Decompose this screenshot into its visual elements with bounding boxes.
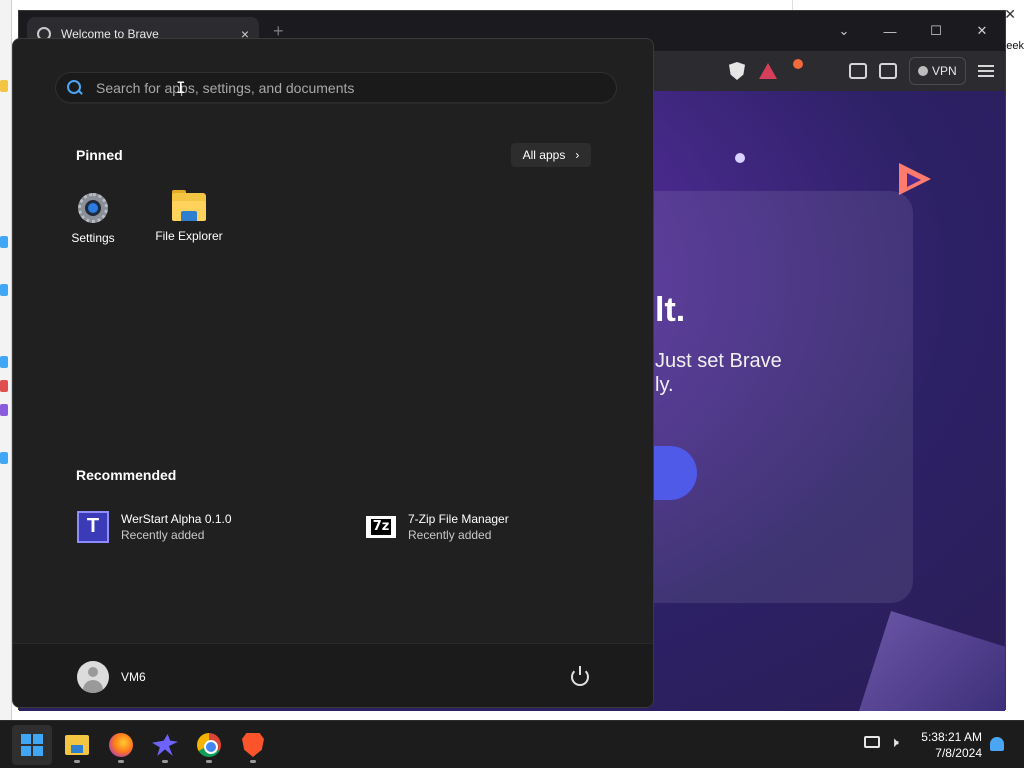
clock-time: 5:38:21 AM [921, 730, 982, 744]
close-icon[interactable]: ✕ [1004, 6, 1016, 23]
chevron-right-icon: › [575, 148, 580, 162]
volume-muted-icon[interactable]: 🕨 [890, 734, 899, 751]
close-button[interactable]: ✕ [959, 11, 1005, 51]
recommended-item-7zip[interactable]: 7z 7-Zip File Manager Recently added [366, 511, 509, 543]
chrome-icon [197, 733, 221, 757]
text-cursor-icon: I [176, 78, 186, 97]
minimize-button[interactable]: — [867, 11, 913, 51]
all-apps-button[interactable]: All apps › [511, 143, 591, 167]
pinned-app-settings[interactable]: Settings [48, 191, 138, 261]
desktop-icon[interactable] [0, 452, 8, 464]
7zip-icon: 7z [366, 516, 396, 538]
brave-icon [242, 733, 264, 757]
background-window-text: eek [1006, 40, 1024, 52]
user-avatar[interactable] [77, 661, 109, 693]
firefox-icon [109, 733, 133, 757]
maximize-button[interactable]: ☐ [913, 11, 959, 51]
vpn-status-icon [918, 66, 928, 76]
desktop-icon[interactable] [0, 236, 8, 248]
rewards-badge [793, 59, 803, 69]
vpn-label: VPN [932, 64, 957, 78]
wallet-icon[interactable] [879, 63, 897, 79]
windows-logo-icon [21, 734, 43, 756]
pinned-app-label: File Explorer [155, 229, 223, 243]
start-menu: I Pinned All apps › Settings File Explor… [12, 38, 654, 708]
search-input[interactable] [96, 79, 616, 96]
clock-date: 7/8/2024 [935, 746, 982, 760]
welcome-subtitle-line: ly. [655, 374, 674, 396]
taskbar: 🕨 5:38:21 AM 7/8/2024 [0, 720, 1024, 768]
recommended-title: Recommended [76, 467, 177, 483]
pinned-title: Pinned [76, 147, 123, 163]
start-search-box[interactable] [55, 72, 617, 104]
taskbar-firefox[interactable] [101, 725, 141, 765]
vpn-button[interactable]: VPN [909, 57, 966, 85]
brave-shields-icon[interactable] [729, 62, 745, 80]
pinned-app-file-explorer[interactable]: File Explorer [144, 190, 234, 261]
network-icon[interactable] [864, 736, 880, 748]
tab-search-dropdown-icon[interactable]: ⌄ [821, 11, 867, 51]
welcome-heading: lt. [655, 291, 686, 329]
notification-bell-icon[interactable] [990, 737, 1004, 751]
pinned-app-label: Settings [71, 231, 115, 245]
sidebar-toggle-icon[interactable] [849, 63, 867, 79]
desktop-icon[interactable] [0, 80, 8, 92]
toolbar-actions: VPN [849, 57, 994, 85]
recommended-item-name: 7-Zip File Manager [408, 512, 509, 526]
desktop-icon[interactable] [0, 284, 8, 296]
start-menu-footer: VM6 [13, 643, 653, 707]
desktop-left-edge [0, 0, 12, 720]
recommended-item-sub: Recently added [121, 528, 205, 542]
welcome-subtitle-line: Just set Brave [655, 350, 782, 372]
taskbar-clock[interactable]: 5:38:21 AM 7/8/2024 [916, 729, 982, 761]
hill-decoration [859, 611, 1005, 711]
folder-icon [65, 735, 89, 755]
werstart-icon: T [77, 511, 109, 543]
recommended-item-name: WerStart Alpha 0.1.0 [121, 512, 232, 526]
brave-rewards-icon[interactable] [759, 63, 777, 79]
taskbar-file-explorer[interactable] [57, 725, 97, 765]
settings-icon [76, 191, 110, 225]
taskbar-chrome[interactable] [189, 725, 229, 765]
star-decoration [735, 153, 745, 163]
taskbar-bird-app[interactable] [145, 725, 185, 765]
search-icon [66, 79, 84, 97]
welcome-subtitle: Just set Brave ly. [655, 349, 955, 397]
recommended-item-werstart[interactable]: T WerStart Alpha 0.1.0 Recently added [77, 511, 232, 543]
user-name[interactable]: VM6 [121, 670, 146, 684]
desktop-icon[interactable] [0, 404, 8, 416]
desktop-icon[interactable] [0, 380, 8, 392]
recommended-item-sub: Recently added [408, 528, 492, 542]
bird-icon [152, 734, 178, 756]
start-button[interactable] [12, 725, 52, 765]
all-apps-label: All apps [522, 148, 566, 162]
folder-icon [172, 190, 206, 223]
taskbar-brave[interactable] [233, 725, 273, 765]
window-controls: ⌄ — ☐ ✕ [821, 11, 1005, 51]
power-icon[interactable] [571, 666, 589, 686]
desktop-icon[interactable] [0, 356, 8, 368]
menu-icon[interactable] [977, 65, 994, 77]
